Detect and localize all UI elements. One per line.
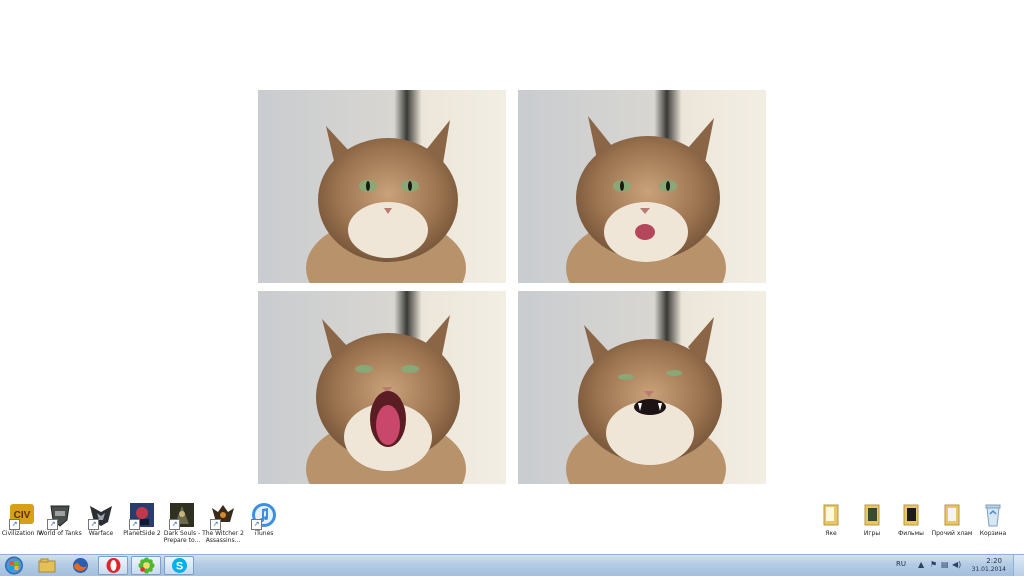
svg-text:S: S bbox=[175, 561, 182, 573]
network-icon[interactable]: ▤ bbox=[941, 560, 950, 569]
clock-date[interactable]: 31.01.2014 bbox=[972, 566, 1006, 573]
icq-icon bbox=[137, 557, 155, 574]
desktop-icon-folder-misc[interactable]: Прочий хлам bbox=[930, 502, 974, 537]
folder-games-icon bbox=[859, 502, 885, 528]
desktop-icon-label: World of Tanks bbox=[38, 530, 82, 537]
shortcut-arrow-icon: ↗ bbox=[88, 519, 99, 530]
shortcut-arrow-icon: ↗ bbox=[47, 519, 58, 530]
system-tray: RU ▲ ⚑ ▤ ◀) 2:20 31.01.2014 bbox=[894, 555, 1024, 576]
desktop-icon-label: Фильмы bbox=[898, 530, 924, 537]
skype-icon: S bbox=[171, 558, 187, 573]
desktop-icon-recycle-bin[interactable]: Корзина bbox=[971, 502, 1015, 537]
warface-icon: ↗ bbox=[88, 502, 114, 530]
shortcut-arrow-icon: ↗ bbox=[251, 519, 262, 530]
desktop-icon-label: The Witcher 2 Assassins... bbox=[202, 530, 244, 544]
taskbar-firefox[interactable] bbox=[65, 556, 95, 575]
desktop-icon-world-of-tanks[interactable]: ↗ World of Tanks bbox=[38, 502, 82, 537]
desktop-icon-label: iTunes bbox=[254, 530, 274, 537]
taskbar-opera[interactable] bbox=[98, 556, 128, 575]
taskbar-skype[interactable]: S bbox=[164, 556, 194, 575]
folder-misc-icon bbox=[939, 502, 965, 528]
shortcut-arrow-icon: ↗ bbox=[169, 519, 180, 530]
desktop-icon-label: Яке bbox=[825, 530, 837, 537]
itunes-icon: ↗ bbox=[251, 502, 277, 530]
desktop-icon-witcher-2[interactable]: ↗ The Witcher 2 Assassins... bbox=[201, 502, 245, 544]
folder-movies-icon bbox=[898, 502, 924, 528]
opera-icon bbox=[106, 558, 120, 573]
witcher-icon: ↗ bbox=[210, 502, 236, 530]
wallpaper-photo-cat-hiss bbox=[518, 291, 766, 484]
action-center-flag-icon[interactable]: ⚑ bbox=[930, 560, 939, 569]
desktop-icon-folder-games[interactable]: Игры bbox=[850, 502, 894, 537]
explorer-icon bbox=[38, 558, 56, 573]
desktop-icon-label: Корзина bbox=[979, 530, 1007, 537]
dark-souls-icon: ↗ bbox=[169, 502, 195, 530]
volume-icon[interactable]: ◀) bbox=[952, 560, 961, 569]
shortcut-arrow-icon: ↗ bbox=[129, 519, 140, 530]
desktop-icon-folder-yake[interactable]: Яке bbox=[809, 502, 853, 537]
desktop-icon-warface[interactable]: ↗ Warface bbox=[79, 502, 123, 537]
desktop-icon-dark-souls[interactable]: ↗ Dark Souls - Prepare to... bbox=[160, 502, 204, 544]
clock-time[interactable]: 2:20 bbox=[986, 557, 1002, 565]
taskbar-icq[interactable] bbox=[131, 556, 161, 575]
shortcut-arrow-icon: ↗ bbox=[210, 519, 221, 530]
taskbar: S RU ▲ ⚑ ▤ ◀) 2:20 31.01.2014 bbox=[0, 554, 1024, 576]
desktop-icon-itunes[interactable]: ↗ iTunes bbox=[242, 502, 286, 537]
desktop-icon-label: PlanetSide 2 bbox=[123, 530, 161, 537]
folder-icon bbox=[818, 502, 844, 528]
recycle-bin-icon bbox=[980, 502, 1006, 528]
desktop-icon-label: Warface bbox=[88, 530, 114, 537]
civ-icon: CIV ↗ bbox=[9, 502, 35, 530]
planetside-icon: ↗ bbox=[129, 502, 155, 530]
language-indicator[interactable]: RU bbox=[896, 560, 906, 568]
desktop-icon-folder-movies[interactable]: Фильмы bbox=[889, 502, 933, 537]
show-desktop-button[interactable] bbox=[1013, 555, 1024, 576]
desktop-icon-label: Dark Souls - Prepare to... bbox=[163, 530, 201, 544]
desktop-icon-label: Игры bbox=[863, 530, 881, 537]
taskbar-explorer[interactable] bbox=[32, 556, 62, 575]
shortcut-arrow-icon: ↗ bbox=[9, 519, 20, 530]
firefox-icon bbox=[72, 558, 88, 573]
wallpaper-photo-cat-calm bbox=[258, 90, 506, 283]
desktop-icon-label: Прочий хлам bbox=[931, 530, 973, 537]
show-hidden-icons-icon[interactable]: ▲ bbox=[918, 560, 927, 569]
start-button[interactable] bbox=[2, 556, 26, 575]
wallpaper-photo-cat-tongue bbox=[518, 90, 766, 283]
desktop-icon-planetside-2[interactable]: ↗ PlanetSide 2 bbox=[120, 502, 164, 537]
tank-icon: ↗ bbox=[47, 502, 73, 530]
wallpaper-photo-cat-yawn bbox=[258, 291, 506, 484]
